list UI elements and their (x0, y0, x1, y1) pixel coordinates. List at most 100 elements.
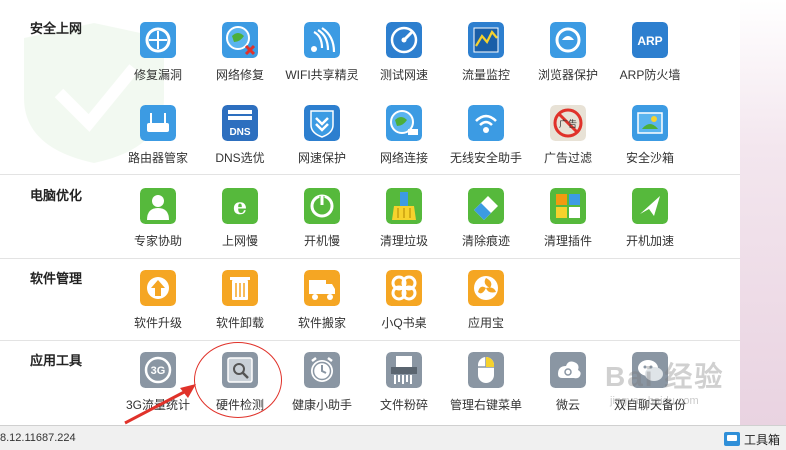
software-upgrade-icon (140, 270, 176, 306)
tool-boot-speedup[interactable]: 开机加速 (609, 188, 691, 260)
speed-protect-icon (304, 105, 340, 141)
tool-label: 软件升级 (133, 316, 182, 330)
tool-dns-optimize[interactable]: DNS DNS选优 (199, 105, 281, 177)
dns-optimize-icon: DNS (222, 105, 258, 141)
tool-wireless-security[interactable]: 无线安全助手 (445, 105, 527, 177)
arp-icon-text: ARP (637, 34, 662, 48)
tool-arp-firewall[interactable]: ARP ARP防火墙 (609, 22, 691, 94)
tool-right-click-menu[interactable]: 管理右键菜单 (445, 352, 527, 424)
q-desk-icon (386, 270, 422, 306)
section-title-software-manage: 软件管理 (30, 271, 83, 286)
tool-file-shredder[interactable]: 文件粉碎 (363, 352, 445, 424)
tool-ad-filter[interactable]: 广告 广告过滤 (527, 105, 609, 177)
tool-label: 小Q书桌 (381, 316, 427, 330)
right-side-strip (738, 0, 786, 425)
clean-plugins-icon (550, 188, 586, 224)
router-manager-icon (140, 105, 176, 141)
tool-q-desk[interactable]: 小Q书桌 (363, 270, 445, 342)
tool-label: 软件搬家 (297, 316, 346, 330)
tool-software-move[interactable]: 软件搬家 (281, 270, 363, 342)
section-title-app-tools: 应用工具 (30, 353, 83, 368)
tool-label: 健康小助手 (291, 398, 352, 412)
tool-repair-vulnerability[interactable]: 修复漏洞 (117, 22, 199, 94)
tool-label: 文件粉碎 (379, 398, 428, 412)
tools-panel: 安全上网 修复漏洞 网络修复 WIFI共享精灵 测试网速 流量监控 浏览器保护 … (0, 0, 740, 425)
status-bar: 8.12.11687.224 工具箱 (0, 425, 786, 450)
tool-browser-protect[interactable]: 浏览器保护 (527, 22, 609, 94)
tool-slow-boot[interactable]: 开机慢 (281, 188, 363, 260)
tool-clear-traces[interactable]: 清除痕迹 (445, 188, 527, 260)
tool-wifi-share[interactable]: WIFI共享精灵 (281, 22, 363, 94)
tool-label: 无线安全助手 (449, 151, 522, 165)
watermark-brand: Bai 经验 (605, 361, 725, 392)
tool-label: 应用宝 (467, 316, 504, 330)
tool-label: 开机慢 (303, 234, 340, 248)
svg-text:e: e (233, 194, 247, 220)
tool-app-store[interactable]: 应用宝 (445, 270, 527, 342)
tool-label: WIFI共享精灵 (285, 68, 359, 82)
tool-clean-junk[interactable]: 清理垃圾 (363, 188, 445, 260)
tool-label: 软件卸载 (215, 316, 264, 330)
tool-label: 开机加速 (625, 234, 674, 248)
tool-label: 流量监控 (461, 68, 510, 82)
dns-icon-text: DNS (229, 127, 250, 138)
tool-label: 专家协助 (133, 234, 182, 248)
version-text: 8.12.11687.224 (0, 432, 76, 444)
threeg-icon-text: 3G (151, 365, 166, 377)
ad-icon-text: 广告 (559, 118, 577, 130)
slow-internet-icon: e (222, 188, 258, 224)
section-divider (0, 174, 740, 175)
section-title-safe-internet: 安全上网 (30, 21, 83, 36)
tool-label: 网络修复 (215, 68, 264, 82)
wifi-share-icon (304, 22, 340, 58)
security-sandbox-icon (632, 105, 668, 141)
tool-label: 广告过滤 (543, 151, 592, 165)
tool-label: 清理插件 (543, 234, 592, 248)
weiyun-icon (550, 352, 586, 388)
browser-protect-icon (550, 22, 586, 58)
slow-boot-icon (304, 188, 340, 224)
tool-weiyun[interactable]: 微云 (527, 352, 609, 424)
tool-network-connection[interactable]: 网络连接 (363, 105, 445, 177)
toolbox-icon (723, 432, 740, 446)
tool-health-assistant[interactable]: 健康小助手 (281, 352, 363, 424)
tool-label: ARP防火墙 (619, 68, 681, 82)
tool-speed-test[interactable]: 测试网速 (363, 22, 445, 94)
tool-router-manager[interactable]: 路由器管家 (117, 105, 199, 177)
health-assistant-icon (304, 352, 340, 388)
file-shredder-icon (386, 352, 422, 388)
boot-speedup-icon (632, 188, 668, 224)
arp-firewall-icon: ARP (632, 22, 668, 58)
tool-label: 管理右键菜单 (449, 398, 522, 412)
tool-label: 修复漏洞 (133, 68, 182, 82)
tool-label: 路由器管家 (127, 151, 188, 165)
tool-traffic-monitor[interactable]: 流量监控 (445, 22, 527, 94)
tool-software-uninstall[interactable]: 软件卸载 (199, 270, 281, 342)
tool-speed-protect[interactable]: 网速保护 (281, 105, 363, 177)
tool-network-repair[interactable]: 网络修复 (199, 22, 281, 94)
tool-expert-assist[interactable]: 专家协助 (117, 188, 199, 260)
speed-test-icon (386, 22, 422, 58)
right-click-menu-icon (468, 352, 504, 388)
tool-clean-plugins[interactable]: 清理插件 (527, 188, 609, 260)
tool-slow-internet[interactable]: e 上网慢 (199, 188, 281, 260)
network-connection-icon (386, 105, 422, 141)
toolbox-button[interactable]: 工具箱 (723, 430, 780, 448)
traffic-monitor-icon (468, 22, 504, 58)
software-move-icon (304, 270, 340, 306)
repair-vulnerability-icon (140, 22, 176, 58)
toolbox-label: 工具箱 (743, 432, 780, 447)
tool-label: DNS选优 (215, 151, 265, 165)
tool-security-sandbox[interactable]: 安全沙箱 (609, 105, 691, 177)
tool-label: 浏览器保护 (537, 68, 598, 82)
tool-label: 网络连接 (379, 151, 428, 165)
section-title-pc-optimize: 电脑优化 (30, 188, 83, 203)
tool-label: 上网慢 (221, 234, 258, 248)
tool-software-upgrade[interactable]: 软件升级 (117, 270, 199, 342)
clean-junk-icon (386, 188, 422, 224)
tool-label: 清除痕迹 (461, 234, 510, 248)
red-arrow-annotation (124, 384, 196, 425)
wireless-security-icon (468, 105, 504, 141)
section-divider (0, 340, 740, 341)
tool-label: 清理垃圾 (379, 234, 428, 248)
